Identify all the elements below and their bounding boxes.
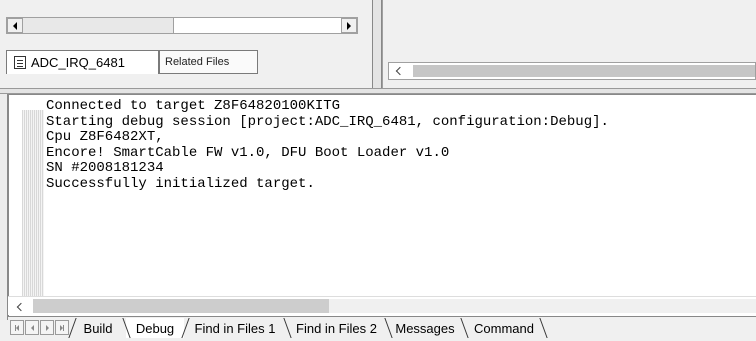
output-tab-bar: Build Debug Find in Files 1 Find in File… bbox=[8, 316, 756, 341]
log-line: SN #2008181234 bbox=[46, 160, 164, 176]
log-line: Connected to target Z8F64820100KITG bbox=[46, 98, 341, 114]
log-line: Successfully initialized target. bbox=[46, 175, 315, 192]
tab-debug[interactable]: Debug bbox=[122, 318, 184, 338]
scroll-track[interactable] bbox=[413, 65, 755, 77]
arrow-prev-icon bbox=[30, 324, 34, 331]
tab-command[interactable]: Command bbox=[460, 318, 548, 338]
output-horizontal-scrollbar[interactable] bbox=[8, 296, 756, 315]
editor-horizontal-scrollbar[interactable] bbox=[388, 62, 756, 80]
document-icon bbox=[14, 56, 26, 69]
next-tab-button[interactable] bbox=[40, 320, 54, 335]
tab-related-files[interactable]: Related Files bbox=[159, 50, 258, 74]
tab-label: Debug bbox=[135, 320, 175, 336]
tab-label: Find in Files 1 bbox=[194, 320, 276, 336]
chevron-left-icon bbox=[395, 66, 404, 76]
prev-tab-button[interactable] bbox=[25, 320, 39, 335]
arrow-right-icon bbox=[347, 21, 351, 30]
arrow-next-icon bbox=[45, 324, 49, 331]
log-line: Cpu Z8F6482XT, bbox=[46, 129, 164, 145]
scroll-left-button[interactable] bbox=[7, 18, 23, 33]
log-line: Starting debug session [project:ADC_IRQ_… bbox=[46, 113, 609, 130]
tab-label: Find in Files 2 bbox=[296, 320, 377, 336]
project-horizontal-scrollbar[interactable] bbox=[6, 17, 358, 34]
scroll-left-button[interactable] bbox=[8, 297, 30, 316]
tab-label: ADC_IRQ_6481 bbox=[31, 55, 125, 70]
log-line: Encore! SmartCable FW v1.0, DFU Boot Loa… bbox=[46, 144, 450, 161]
tab-project-adc[interactable]: ADC_IRQ_6481 bbox=[6, 50, 159, 74]
scroll-left-button[interactable] bbox=[389, 63, 407, 79]
vertical-splitter[interactable] bbox=[372, 0, 382, 88]
scroll-track[interactable] bbox=[329, 299, 756, 313]
output-margin bbox=[22, 110, 44, 296]
tab-find-in-files-2[interactable]: Find in Files 2 bbox=[283, 318, 386, 338]
arrow-first-icon bbox=[16, 324, 19, 331]
output-log: Connected to target Z8F64820100KITG Start… bbox=[46, 98, 609, 192]
tab-messages[interactable]: Messages bbox=[384, 318, 462, 338]
project-pane bbox=[0, 0, 372, 88]
scroll-thumb[interactable] bbox=[23, 18, 174, 33]
last-tab-button[interactable] bbox=[55, 320, 69, 335]
chevron-left-icon bbox=[16, 302, 25, 311]
tab-label: Command bbox=[474, 320, 534, 336]
arrow-left-icon bbox=[13, 21, 17, 30]
scroll-thumb[interactable] bbox=[33, 299, 329, 313]
tab-label: Build bbox=[83, 320, 113, 336]
tab-label: Messages bbox=[395, 320, 455, 336]
tab-find-in-files-1[interactable]: Find in Files 1 bbox=[181, 318, 285, 338]
first-tab-button[interactable] bbox=[10, 320, 24, 335]
tab-build[interactable]: Build bbox=[68, 318, 124, 338]
output-window-gutter bbox=[0, 94, 8, 320]
bar-icon bbox=[63, 324, 64, 331]
tab-label: Related Files bbox=[165, 56, 230, 68]
scroll-right-button[interactable] bbox=[341, 18, 357, 33]
